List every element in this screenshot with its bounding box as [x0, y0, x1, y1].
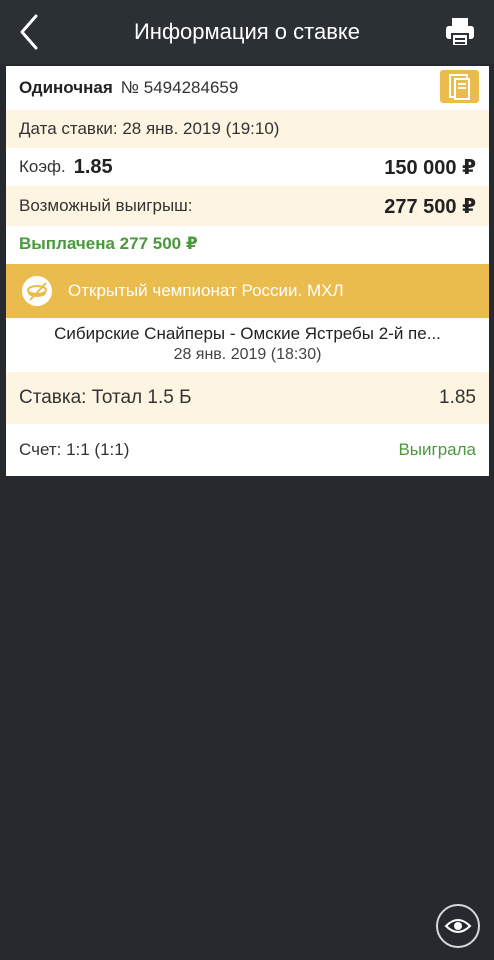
match-date: 28 янв. 2019 (18:30) — [173, 346, 322, 363]
coef-row: Коэф. 1.85 150 000 ₽ — [6, 148, 489, 186]
bet-date: Дата ставки: 28 янв. 2019 (19:10) — [19, 119, 280, 138]
selection-label: Ставка: Тотал 1.5 Б — [19, 387, 192, 408]
possible-win-label: Возможный выигрыш: — [19, 196, 193, 215]
bet-card: Одиночная № 5494284659 Дата ставки: 28 я… — [6, 66, 489, 476]
printer-icon — [446, 18, 474, 47]
visibility-toggle-button[interactable] — [436, 904, 480, 948]
match-info: Сибирские Снайперы - Омские Ястребы 2-й … — [6, 318, 489, 372]
bet-number: № 5494284659 — [120, 78, 239, 97]
page-title: Информация о ставке — [133, 19, 360, 44]
coef-value: 1.85 — [73, 155, 113, 178]
print-button[interactable] — [444, 16, 476, 48]
paid-status: Выплачена 277 500 ₽ — [19, 234, 198, 253]
hockey-puck-icon — [22, 276, 52, 306]
selection-coef: 1.85 — [439, 387, 476, 408]
coef-label: Коэф. — [19, 157, 66, 176]
possible-win-row: Возможный выигрыш: 277 500 ₽ — [6, 186, 489, 226]
match-teams: Сибирские Снайперы - Омские Ястребы 2-й … — [54, 324, 441, 343]
paid-row: Выплачена 277 500 ₽ — [6, 226, 489, 262]
copy-icon — [449, 74, 470, 100]
possible-win-value: 277 500 ₽ — [384, 195, 476, 218]
back-button[interactable] — [12, 12, 48, 52]
score-row: Счет: 1:1 (1:1) Выиграла — [6, 424, 489, 476]
bet-type: Одиночная — [19, 78, 113, 97]
league-header: Открытый чемпионат России. МХЛ — [6, 264, 489, 318]
bet-date-row: Дата ставки: 28 янв. 2019 (19:10) — [6, 110, 489, 148]
bet-header-row: Одиночная № 5494284659 — [6, 66, 489, 110]
result-status: Выиграла — [398, 440, 476, 459]
league-name: Открытый чемпионат России. МХЛ — [68, 281, 344, 300]
chevron-left-icon — [20, 14, 38, 50]
copy-button[interactable] — [440, 70, 479, 103]
top-bar: Информация о ставке — [0, 0, 494, 64]
match-score: Счет: 1:1 (1:1) — [19, 440, 130, 459]
stake-amount: 150 000 ₽ — [384, 156, 476, 179]
selection-row: Ставка: Тотал 1.5 Б 1.85 — [6, 372, 489, 424]
eye-icon — [444, 919, 472, 933]
